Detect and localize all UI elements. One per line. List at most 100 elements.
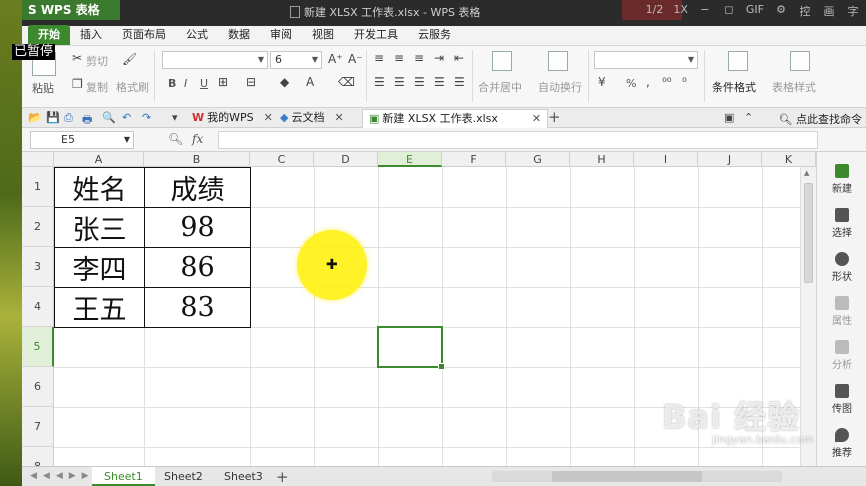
conditional-format-button[interactable]: 条件格式 <box>712 79 756 95</box>
customize-toolbar-icon[interactable]: ▾ <box>172 111 178 124</box>
cell-b4[interactable]: 83 <box>145 288 250 327</box>
column-header-e[interactable]: E <box>378 152 442 167</box>
border-icon[interactable]: ⊞ <box>218 75 228 89</box>
minimize-icon[interactable]: − <box>698 3 712 19</box>
sheet-tab-sheet3[interactable]: Sheet3 <box>212 467 275 486</box>
font-size-select[interactable]: 6 ▼ <box>270 51 322 69</box>
merge-center-button[interactable]: 合并居中 <box>478 79 522 95</box>
fill-color-icon[interactable]: ◆ <box>280 75 289 89</box>
doc-tab-my-wps[interactable]: W 我的WPS ✕ <box>186 109 279 128</box>
sidebar-item-upload-image[interactable]: 传图 <box>817 384 866 415</box>
cell-a3[interactable]: 李四 <box>55 248 144 287</box>
decimal-increase-icon[interactable]: ⁰⁰ <box>662 75 672 89</box>
save-icon[interactable]: 💾 <box>46 111 60 124</box>
screen-icon[interactable]: ▣ <box>724 111 734 124</box>
doc-tab-workbook[interactable]: ▣ 新建 XLSX 工作表.xlsx ✕ <box>362 109 549 128</box>
align-center-icon[interactable]: ☰ <box>394 75 405 89</box>
control-button[interactable]: 控 <box>798 3 812 19</box>
export-pdf-icon[interactable]: ⎙ <box>64 111 73 125</box>
sheet-tab-sheet2[interactable]: Sheet2 <box>152 467 215 486</box>
close-icon[interactable]: ✕ <box>532 112 541 125</box>
outdent-icon[interactable]: ⇤ <box>454 51 464 65</box>
align-bottom-icon[interactable]: ≡ <box>414 51 424 65</box>
bold-button[interactable]: B <box>168 77 176 90</box>
conditional-format-icon[interactable] <box>728 51 748 71</box>
tab-data[interactable]: 数据 <box>218 25 260 45</box>
row-header-1[interactable]: 1 <box>22 167 54 207</box>
cell-a2[interactable]: 张三 <box>55 208 144 247</box>
tab-view[interactable]: 视图 <box>302 25 344 45</box>
copy-icon[interactable]: ❐ <box>72 77 83 91</box>
column-header-d[interactable]: D <box>314 152 378 167</box>
insert-function-button[interactable]: fx <box>192 132 203 146</box>
column-header-i[interactable]: I <box>634 152 698 167</box>
sidebar-item-property[interactable]: 属性 <box>817 296 866 327</box>
row-header-7[interactable]: 7 <box>22 407 54 447</box>
close-icon[interactable]: ✕ <box>334 111 343 124</box>
align-top-icon[interactable]: ≡ <box>374 51 384 65</box>
clear-format-icon[interactable]: ⌫ <box>338 75 355 89</box>
zoom-icon[interactable]: 🔍︎ <box>168 132 183 146</box>
tab-insert[interactable]: 插入 <box>70 25 112 45</box>
command-search[interactable]: 🔍︎ 点此查找命令 <box>779 111 862 127</box>
sidebar-item-shape[interactable]: 形状 <box>817 252 866 283</box>
tab-home[interactable]: 开始 <box>28 25 70 45</box>
name-box[interactable]: E5 ▼ <box>30 131 134 149</box>
cell-a4[interactable]: 王五 <box>55 288 144 327</box>
horizontal-scroll-thumb[interactable] <box>552 471 702 482</box>
tab-review[interactable]: 审阅 <box>260 25 302 45</box>
column-header-j[interactable]: J <box>698 152 762 167</box>
text-button[interactable]: 字 <box>846 3 860 19</box>
copy-button[interactable]: 复制 <box>86 79 108 95</box>
italic-button[interactable]: I <box>184 77 187 90</box>
cut-button[interactable]: 剪切 <box>86 53 108 69</box>
vertical-scroll-thumb[interactable] <box>804 183 813 283</box>
doc-tab-cloud-docs[interactable]: ◆ 云文档 ✕ <box>274 109 350 128</box>
align-left-icon[interactable]: ☰ <box>374 75 385 89</box>
paste-button[interactable]: 粘贴 <box>32 80 54 96</box>
table-style-icon[interactable] <box>790 51 810 71</box>
settings-icon[interactable]: ⚙ <box>774 3 788 19</box>
wrap-text-icon[interactable] <box>548 51 568 71</box>
number-format-select[interactable]: ▼ <box>594 51 698 69</box>
sidebar-item-new[interactable]: 新建 <box>817 164 866 195</box>
row-header-4[interactable]: 4 <box>22 287 54 327</box>
table-style-button[interactable]: 表格样式 <box>772 79 816 95</box>
column-header-c[interactable]: C <box>250 152 314 167</box>
justify-icon[interactable]: ☰ <box>434 75 445 89</box>
draw-button[interactable]: 画 <box>822 3 836 19</box>
thousands-icon[interactable]: , <box>646 75 650 89</box>
merge-icon[interactable]: ⊟ <box>246 75 256 89</box>
row-header-8[interactable]: 8 <box>22 447 54 466</box>
tab-developer[interactable]: 开发工具 <box>344 25 408 45</box>
add-sheet-button[interactable]: + <box>276 468 289 486</box>
currency-icon[interactable]: ¥ <box>598 75 606 89</box>
select-all-corner[interactable] <box>22 152 54 167</box>
tab-formulas[interactable]: 公式 <box>176 25 218 45</box>
column-header-b[interactable]: B <box>144 152 250 167</box>
horizontal-scrollbar[interactable] <box>492 471 782 482</box>
sheet-tab-sheet1[interactable]: Sheet1 <box>92 467 155 486</box>
sidebar-item-select[interactable]: 选择 <box>817 208 866 239</box>
underline-button[interactable]: U <box>200 77 208 90</box>
speed-button[interactable]: 1X <box>673 3 688 19</box>
sidebar-item-analysis[interactable]: 分析 <box>817 340 866 371</box>
undo-icon[interactable]: ↶ <box>122 111 131 124</box>
column-header-g[interactable]: G <box>506 152 570 167</box>
row-header-2[interactable]: 2 <box>22 207 54 247</box>
vertical-scrollbar[interactable]: ▲ <box>800 167 816 467</box>
column-header-f[interactable]: F <box>442 152 506 167</box>
close-icon[interactable]: ✕ <box>264 111 273 124</box>
align-middle-icon[interactable]: ≡ <box>394 51 404 65</box>
distributed-icon[interactable]: ☰ <box>454 75 465 89</box>
wps-app-menu-button[interactable]: S WPS 表格 <box>22 0 120 20</box>
column-header-a[interactable]: A <box>54 152 144 167</box>
cell-b2[interactable]: 98 <box>145 208 250 247</box>
increase-font-icon[interactable]: A⁺ <box>328 52 343 66</box>
column-header-k[interactable]: K <box>762 152 816 167</box>
row-header-5[interactable]: 5 <box>22 327 54 367</box>
indent-icon[interactable]: ⇥ <box>434 51 444 65</box>
format-painter-icon[interactable]: 🖌 <box>122 52 137 66</box>
cell-a1[interactable]: 姓名 <box>55 168 144 207</box>
font-name-select[interactable]: ▼ <box>162 51 268 69</box>
